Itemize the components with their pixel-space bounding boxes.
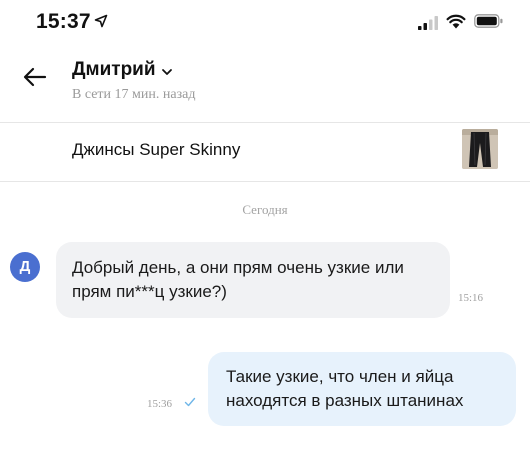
status-time: 15:37 [36, 10, 91, 33]
message-text: Такие узкие, что член и яйца находятся в… [226, 367, 464, 410]
message-time: 15:36 [147, 398, 173, 410]
product-thumbnail [462, 129, 498, 169]
message-outgoing[interactable]: Такие узкие, что член и яйца находятся в… [208, 352, 516, 426]
message-incoming[interactable]: Добрый день, а они прям очень узкие или … [56, 242, 450, 318]
location-arrow-icon [94, 14, 108, 28]
status-bar: 15:37 [0, 0, 530, 44]
chevron-down-icon[interactable] [161, 67, 173, 77]
date-separator: Сегодня [242, 202, 288, 217]
product-title: Джинсы Super Skinny [72, 140, 241, 159]
contact-name[interactable]: Дмитрий [72, 59, 156, 81]
battery-icon [474, 14, 503, 28]
check-icon [184, 397, 196, 407]
signal-icon [418, 16, 438, 30]
product-divider [0, 181, 530, 182]
back-arrow-icon[interactable] [20, 62, 50, 92]
product-bar[interactable]: Джинсы Super Skinny [0, 123, 530, 181]
wifi-icon [446, 14, 466, 29]
chat-header: Дмитрий В сети 17 мин. назад [0, 50, 530, 110]
message-text: Добрый день, а они прям очень узкие или … [72, 258, 404, 301]
message-time: 15:16 [458, 292, 484, 304]
avatar[interactable]: Д [10, 252, 40, 282]
contact-status: В сети 17 мин. назад [72, 87, 196, 102]
